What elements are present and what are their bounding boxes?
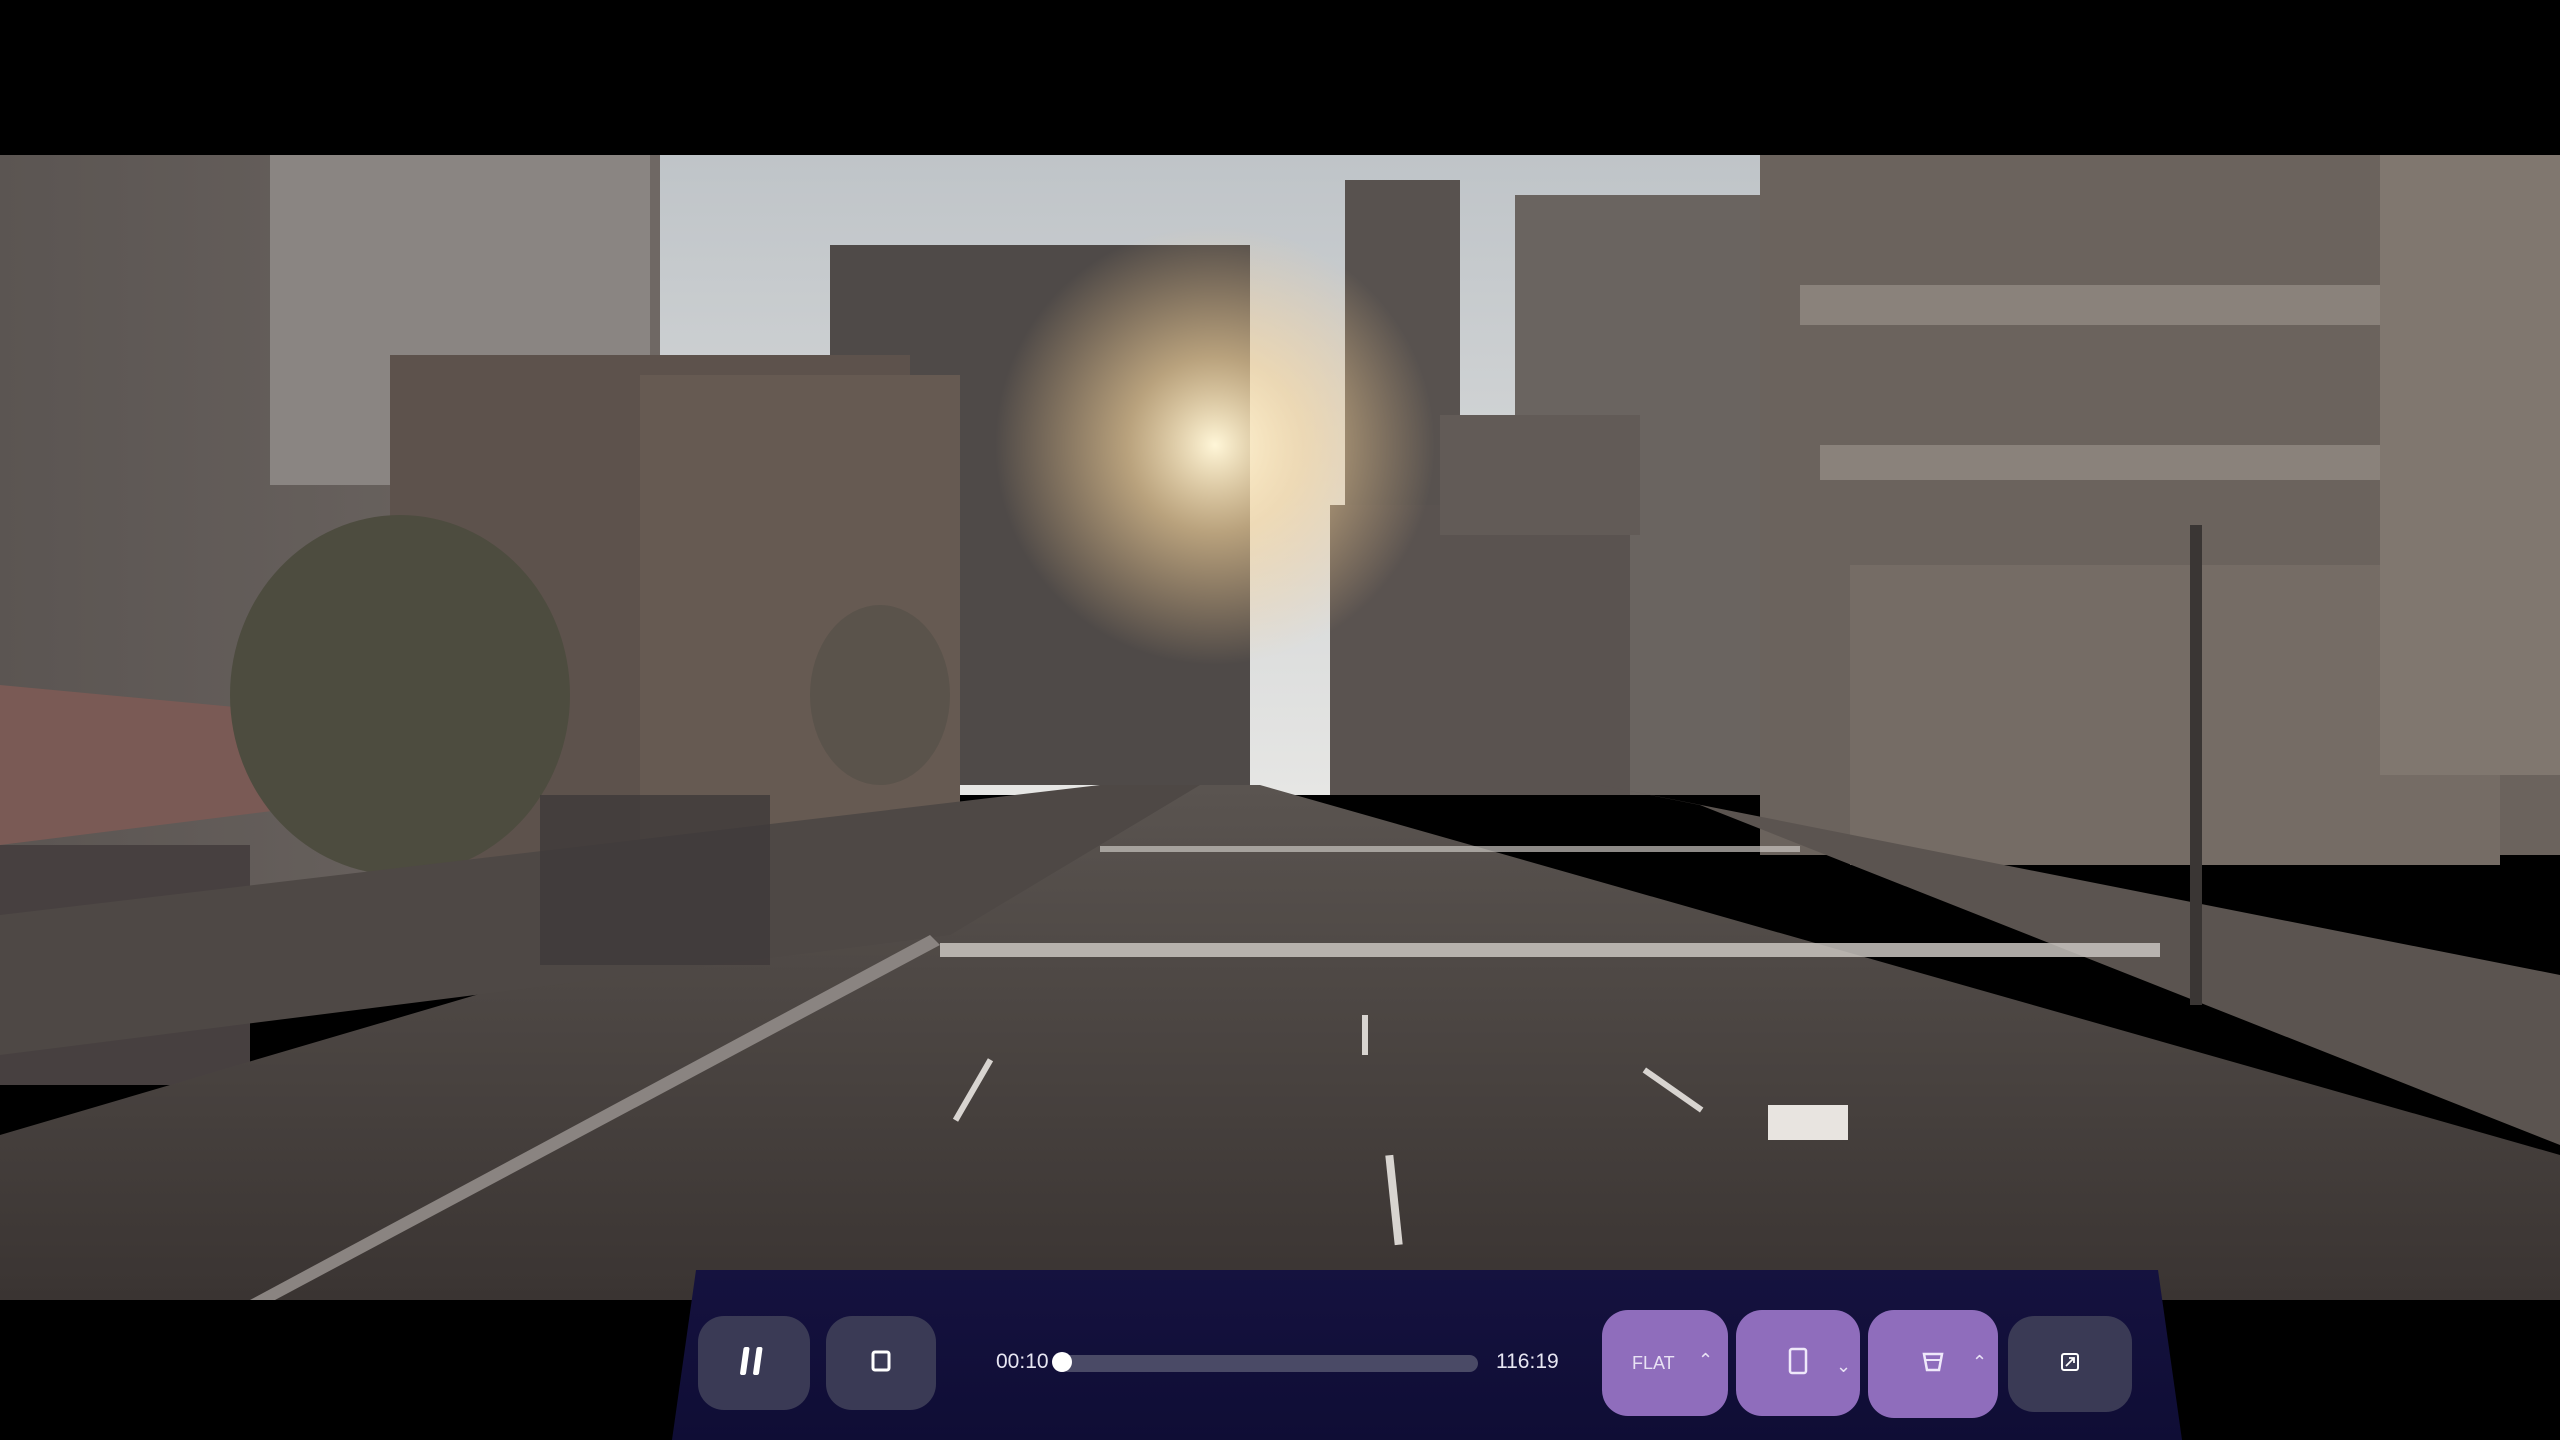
resize-icon bbox=[2059, 1351, 2081, 1378]
theater-icon bbox=[1919, 1348, 1947, 1381]
screen-shape-button[interactable]: ⌄ bbox=[1736, 1310, 1860, 1416]
view-mode-button[interactable]: FLAT ⌃ bbox=[1602, 1310, 1728, 1416]
stop-button[interactable] bbox=[826, 1316, 936, 1410]
city-street-scene bbox=[0, 155, 2560, 1300]
current-time: 00:10 bbox=[996, 1350, 1049, 1373]
vr-player-viewport: 00:10 116:19 FLAT ⌃ ⌄ ⌃ bbox=[0, 0, 2560, 1440]
pause-icon bbox=[739, 1345, 769, 1382]
seek-thumb[interactable] bbox=[1052, 1352, 1072, 1372]
total-time: 116:19 bbox=[1496, 1350, 1559, 1373]
chevron-up-icon: ⌃ bbox=[1972, 1352, 1988, 1372]
chevron-up-icon: ⌃ bbox=[1698, 1350, 1714, 1370]
stop-icon bbox=[870, 1349, 892, 1378]
screen-shape-icon bbox=[1786, 1346, 1810, 1381]
pause-button[interactable] bbox=[698, 1316, 810, 1410]
fullscreen-button[interactable] bbox=[2008, 1316, 2132, 1412]
video-frame bbox=[0, 155, 2560, 1300]
view-mode-label: FLAT bbox=[1632, 1352, 1675, 1373]
theater-button[interactable]: ⌃ bbox=[1868, 1310, 1998, 1418]
seek-bar[interactable] bbox=[1060, 1355, 1478, 1372]
chevron-icon: ⌄ bbox=[1836, 1356, 1852, 1376]
